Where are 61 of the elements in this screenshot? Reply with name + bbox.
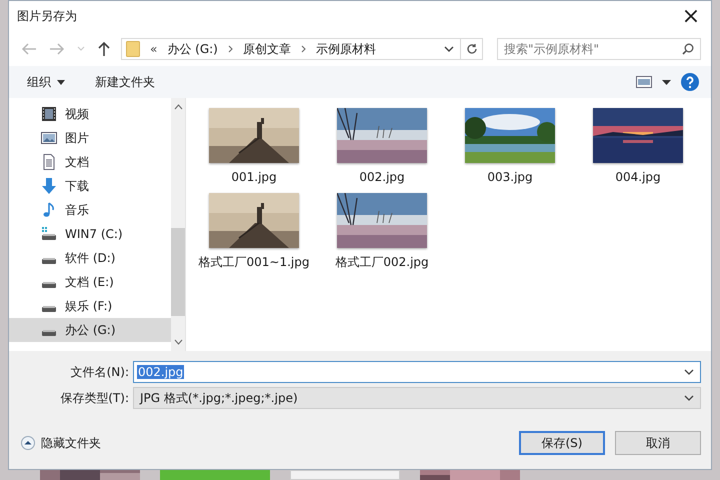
refresh-button[interactable] bbox=[461, 38, 483, 60]
drive-icon bbox=[42, 330, 56, 336]
drive-icon bbox=[42, 258, 56, 264]
sidebar-item[interactable]: 娱乐 (F:) bbox=[9, 294, 171, 318]
drive-icon bbox=[41, 226, 57, 242]
scroll-down-icon[interactable] bbox=[174, 339, 182, 345]
sidebar-item[interactable]: 文档 (E:) bbox=[9, 270, 171, 294]
chevron-right-icon[interactable] bbox=[300, 45, 306, 53]
file-type-dropdown[interactable]: JPG 格式(*.jpg;*.jpeg;*.jpe) bbox=[133, 387, 701, 409]
sidebar-item[interactable]: 图片 bbox=[9, 126, 171, 150]
up-arrow-icon[interactable] bbox=[97, 41, 111, 57]
film-icon bbox=[41, 106, 57, 122]
cancel-button[interactable]: 取消 bbox=[615, 431, 701, 455]
drive-icon bbox=[42, 306, 56, 312]
drive-icon bbox=[42, 282, 56, 288]
collapse-icon bbox=[21, 436, 35, 450]
search-icon[interactable] bbox=[682, 43, 694, 55]
field-label: 保存类型(T): bbox=[59, 390, 130, 406]
scroll-up-icon[interactable] bbox=[174, 104, 182, 110]
hide-folders-button[interactable]: 隐藏文件夹 bbox=[21, 434, 101, 452]
sidebar-item[interactable]: 视频 bbox=[9, 102, 171, 126]
file-name[interactable]: 003.jpg bbox=[454, 169, 566, 185]
field-label: 文件名(N): bbox=[70, 364, 130, 380]
sidebar-item[interactable]: 软件 (D:) bbox=[9, 246, 171, 270]
save-button[interactable]: 保存(S) bbox=[519, 431, 605, 455]
music-note-icon bbox=[41, 202, 57, 218]
close-button[interactable]: × bbox=[671, 2, 711, 32]
file-name[interactable]: 格式工厂002.jpg bbox=[326, 254, 438, 270]
sidebar-item[interactable]: 下载 bbox=[9, 174, 171, 198]
chevron-right-icon[interactable] bbox=[228, 45, 233, 53]
file-name[interactable]: 002.jpg bbox=[326, 169, 438, 185]
breadcrumb[interactable]: 办公 (G:) bbox=[167, 40, 218, 58]
chevron-down-icon bbox=[684, 369, 694, 375]
scrollbar-thumb[interactable] bbox=[171, 228, 185, 316]
caret-icon[interactable] bbox=[662, 80, 671, 84]
breadcrumb[interactable]: 原创文章 bbox=[242, 40, 291, 58]
new-folder-button[interactable]: 新建文件夹 bbox=[89, 70, 161, 94]
overflow-chevrons[interactable]: « bbox=[150, 42, 158, 56]
folder-icon bbox=[126, 41, 140, 57]
file-name[interactable]: 004.jpg bbox=[582, 169, 694, 185]
search-field[interactable]: 搜索"示例原材料" bbox=[497, 38, 701, 60]
sidebar-item[interactable]: 文档 bbox=[9, 150, 171, 174]
file-name[interactable]: 格式工厂001~1.jpg bbox=[198, 254, 310, 270]
file-name[interactable]: 001.jpg bbox=[198, 169, 310, 185]
picture-icon bbox=[41, 130, 57, 146]
help-icon[interactable] bbox=[681, 73, 699, 91]
sidebar-item[interactable]: 办公 (G:) bbox=[9, 318, 171, 342]
down-arrow-icon bbox=[41, 178, 57, 194]
window-title: 图片另存为 bbox=[17, 8, 78, 25]
filename-field[interactable]: 002.jpg bbox=[133, 361, 701, 383]
sidebar-item[interactable]: 音乐 bbox=[9, 198, 171, 222]
sidebar-item[interactable]: WIN7 (C:) bbox=[9, 222, 171, 246]
organize-menu[interactable]: 组织 bbox=[21, 70, 71, 94]
chevron-down-icon[interactable] bbox=[444, 46, 454, 52]
chevron-down-icon bbox=[684, 395, 694, 401]
refresh-icon bbox=[466, 43, 478, 55]
breadcrumb[interactable]: 示例原材料 bbox=[316, 40, 376, 58]
address-bar[interactable]: « 办公 (G:) 原创文章 示例原材料 bbox=[121, 38, 461, 60]
view-icon[interactable] bbox=[636, 76, 652, 88]
caret-icon bbox=[57, 80, 65, 84]
document-icon bbox=[41, 154, 57, 170]
